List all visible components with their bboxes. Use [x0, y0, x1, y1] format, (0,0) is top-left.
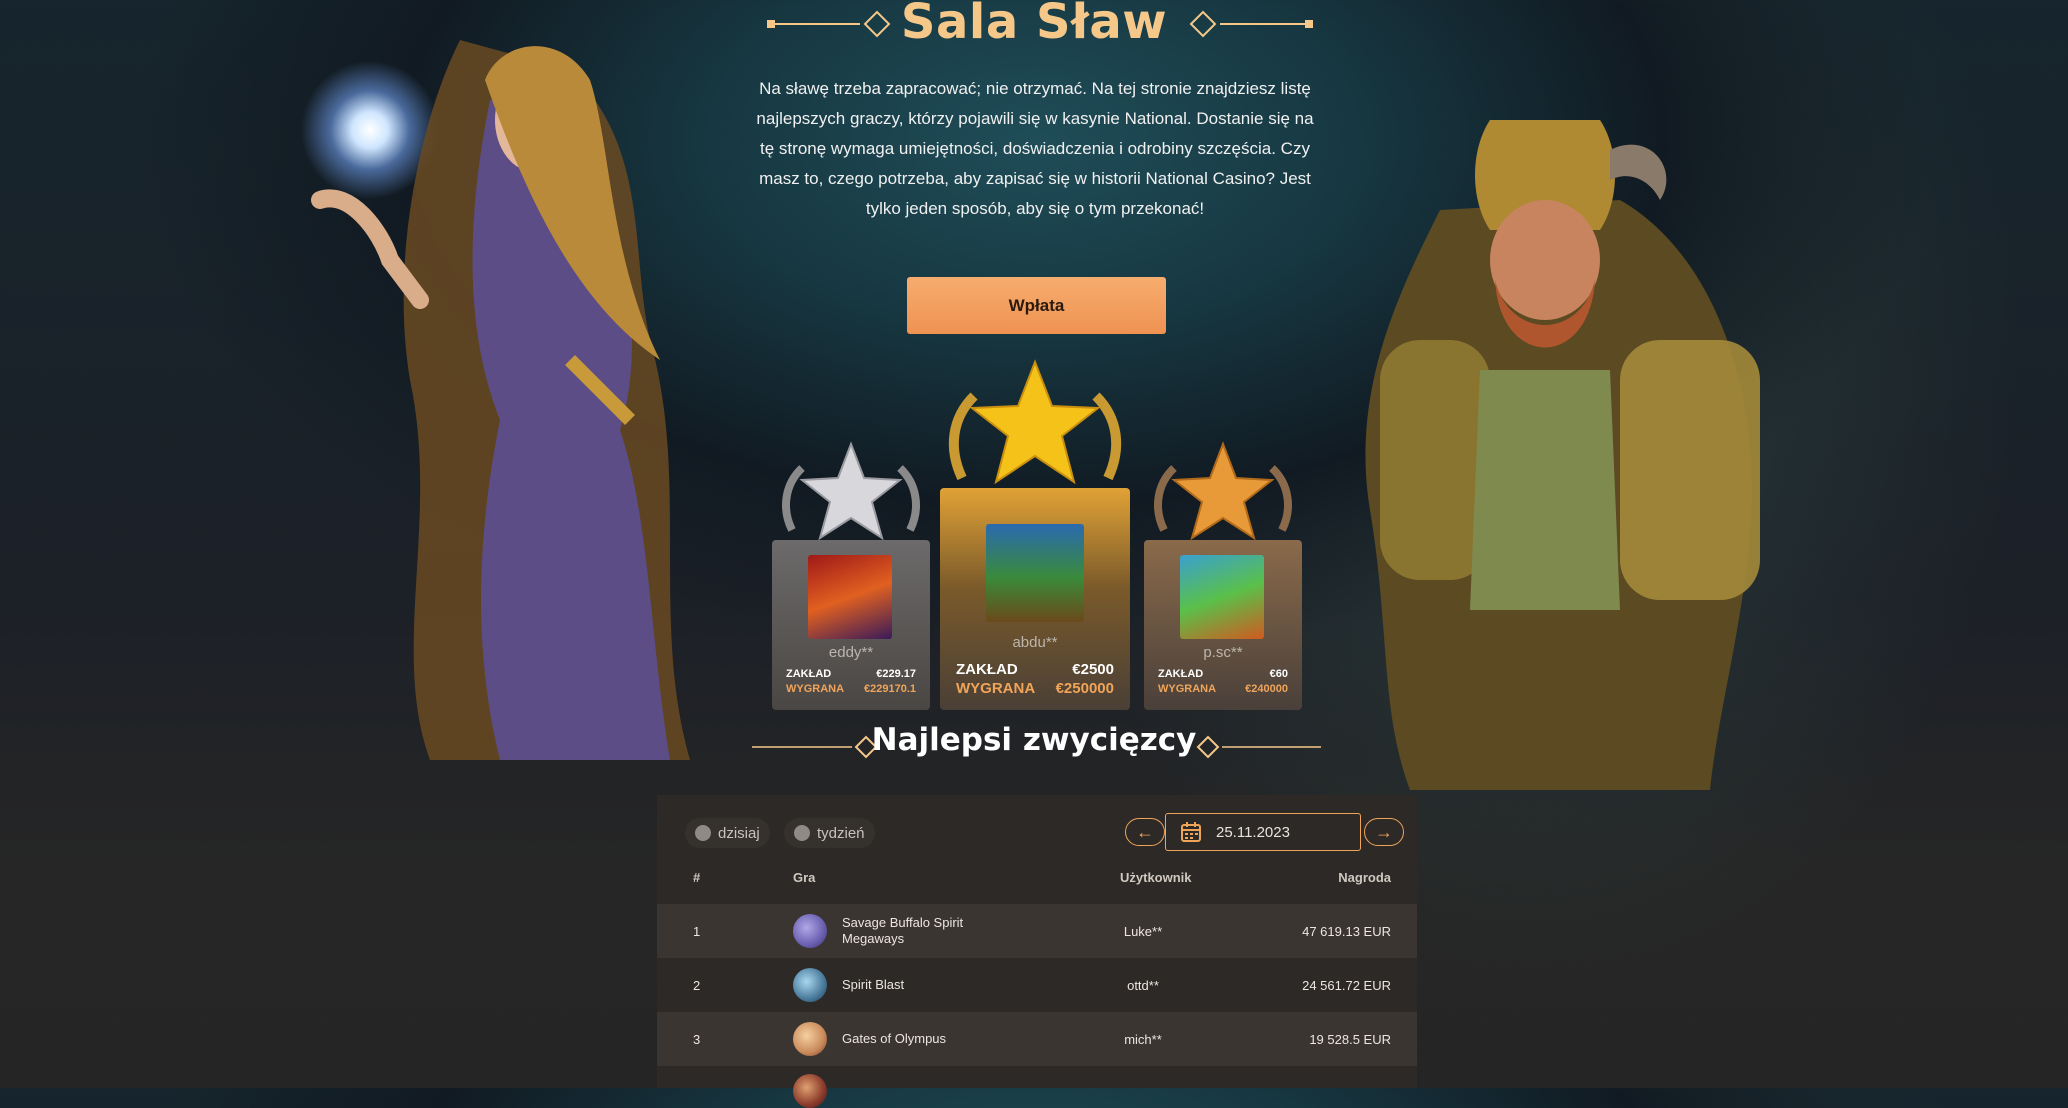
user-cell: ottd** — [1127, 977, 1159, 993]
title-row: Sala Sław — [0, 0, 2068, 50]
user-cell: mich** — [1124, 1031, 1162, 1047]
column-header-user: Użytkownik — [1120, 870, 1192, 885]
game-name: Savage Buffalo Spirit Megaways — [842, 915, 964, 946]
deposit-button[interactable]: Wpłata — [907, 277, 1166, 334]
first-bet-value: €2500 — [1072, 661, 1114, 678]
table-row[interactable]: 1 Savage Buffalo Spirit Megaways Luke** … — [657, 904, 1417, 958]
silver-star-trophy-icon — [782, 441, 920, 541]
winners-heading: Najlepsi zwycięzcy — [871, 722, 1197, 758]
game-thumbnail-icon — [793, 1022, 827, 1056]
column-header-prize: Nagroda — [1338, 870, 1391, 885]
game-thumbnail-icon — [793, 968, 827, 1002]
winners-panel: dzisiaj tydzień ← 25.11.2023 → # Gra Uży… — [657, 795, 1417, 1108]
rank-cell: 3 — [693, 1031, 701, 1047]
table-row[interactable]: 2 Spirit Blast ottd** 24 561.72 EUR — [657, 958, 1417, 1012]
game-cell[interactable]: Gates of Olympus — [793, 1012, 1093, 1066]
table-row-partial[interactable] — [657, 1066, 1417, 1108]
bronze-star-trophy-icon — [1154, 441, 1292, 541]
second-win-value: €229170.1 — [864, 683, 916, 695]
prize-cell: 47 619.13 EUR — [1302, 923, 1391, 939]
second-place-user: eddy** — [828, 644, 874, 661]
column-header-game: Gra — [793, 870, 816, 885]
game-cell[interactable]: Savage Buffalo Spirit Megaways — [793, 904, 1093, 958]
first-place-user: abdu** — [1012, 634, 1058, 651]
filter-week-label: tydzień — [817, 824, 865, 842]
game-thumbnail-icon — [793, 1074, 827, 1108]
filter-week-radio[interactable]: tydzień — [784, 818, 875, 848]
rank-cell: 1 — [693, 923, 701, 939]
podium-second-place[interactable]: eddy** ZAKŁAD €229.17 WYGRANA €229170.1 — [772, 440, 930, 710]
date-picker: ← 25.11.2023 → — [1125, 813, 1406, 851]
intro-paragraph: Na sławę trzeba zapracować; nie otrzymać… — [756, 79, 1314, 218]
second-bet-value: €229.17 — [876, 668, 916, 680]
game-thumbnail-icon — [793, 914, 827, 948]
next-date-arrow-icon[interactable]: → — [1364, 818, 1404, 846]
first-win-label: WYGRANA — [956, 680, 1036, 697]
user-cell: Luke** — [1123, 923, 1163, 939]
rank-cell: 2 — [693, 977, 701, 993]
filter-today-label: dzisiaj — [718, 824, 760, 842]
heading-ornament-right-icon — [1196, 735, 1321, 759]
radio-icon — [794, 825, 810, 841]
table-row[interactable]: 3 Gates of Olympus mich** 19 528.5 EUR — [657, 1012, 1417, 1066]
warrior-character-illustration — [1365, 120, 1760, 790]
second-bet-label: ZAKŁAD — [786, 668, 832, 680]
third-bet-value: €60 — [1269, 668, 1288, 680]
previous-date-arrow-icon[interactable]: ← — [1125, 818, 1165, 846]
podium-first-place[interactable]: abdu** ZAKŁAD €2500 WYGRANA €250000 — [940, 358, 1130, 710]
page-title: Sala Sław — [900, 0, 1168, 50]
third-win-label: WYGRANA — [1158, 683, 1217, 695]
third-place-win-row: WYGRANA €240000 — [1158, 683, 1288, 695]
third-place-bet-row: ZAKŁAD €60 — [1158, 668, 1288, 680]
filter-today-radio[interactable]: dzisiaj — [685, 818, 770, 848]
first-place-bet-row: ZAKŁAD €2500 — [956, 661, 1114, 678]
third-win-value: €240000 — [1245, 683, 1288, 695]
radio-icon — [695, 825, 711, 841]
first-bet-label: ZAKŁAD — [956, 661, 1018, 678]
third-bet-label: ZAKŁAD — [1158, 668, 1204, 680]
game-cell[interactable]: Spirit Blast — [793, 958, 1093, 1012]
second-place-bet-row: ZAKŁAD €229.17 — [786, 668, 916, 680]
podium-third-place[interactable]: p.sc** ZAKŁAD €60 WYGRANA €240000 — [1144, 440, 1302, 710]
title-ornament-right-icon — [1189, 10, 1313, 38]
first-win-value: €250000 — [1055, 680, 1114, 697]
column-header-rank: # — [693, 870, 701, 885]
game-name: Spirit Blast — [842, 977, 905, 992]
prize-cell: 19 528.5 EUR — [1309, 1031, 1391, 1047]
big-bass-thumb-icon — [986, 524, 1084, 622]
second-win-label: WYGRANA — [786, 683, 845, 695]
prize-cell: 24 561.72 EUR — [1302, 977, 1391, 993]
gold-star-trophy-icon — [948, 359, 1122, 485]
first-place-win-row: WYGRANA €250000 — [956, 680, 1114, 697]
wanted-thumb-icon — [1180, 555, 1264, 639]
date-field[interactable]: 25.11.2023 — [1165, 813, 1361, 851]
magic-orb-glow — [300, 60, 440, 200]
date-value: 25.11.2023 — [1216, 823, 1290, 841]
third-place-user: p.sc** — [1203, 644, 1243, 661]
caishens-fortune-thumb-icon — [808, 555, 892, 639]
calendar-icon — [1181, 822, 1201, 842]
second-place-win-row: WYGRANA €229170.1 — [786, 683, 916, 695]
game-name: Gates of Olympus — [842, 1031, 947, 1046]
